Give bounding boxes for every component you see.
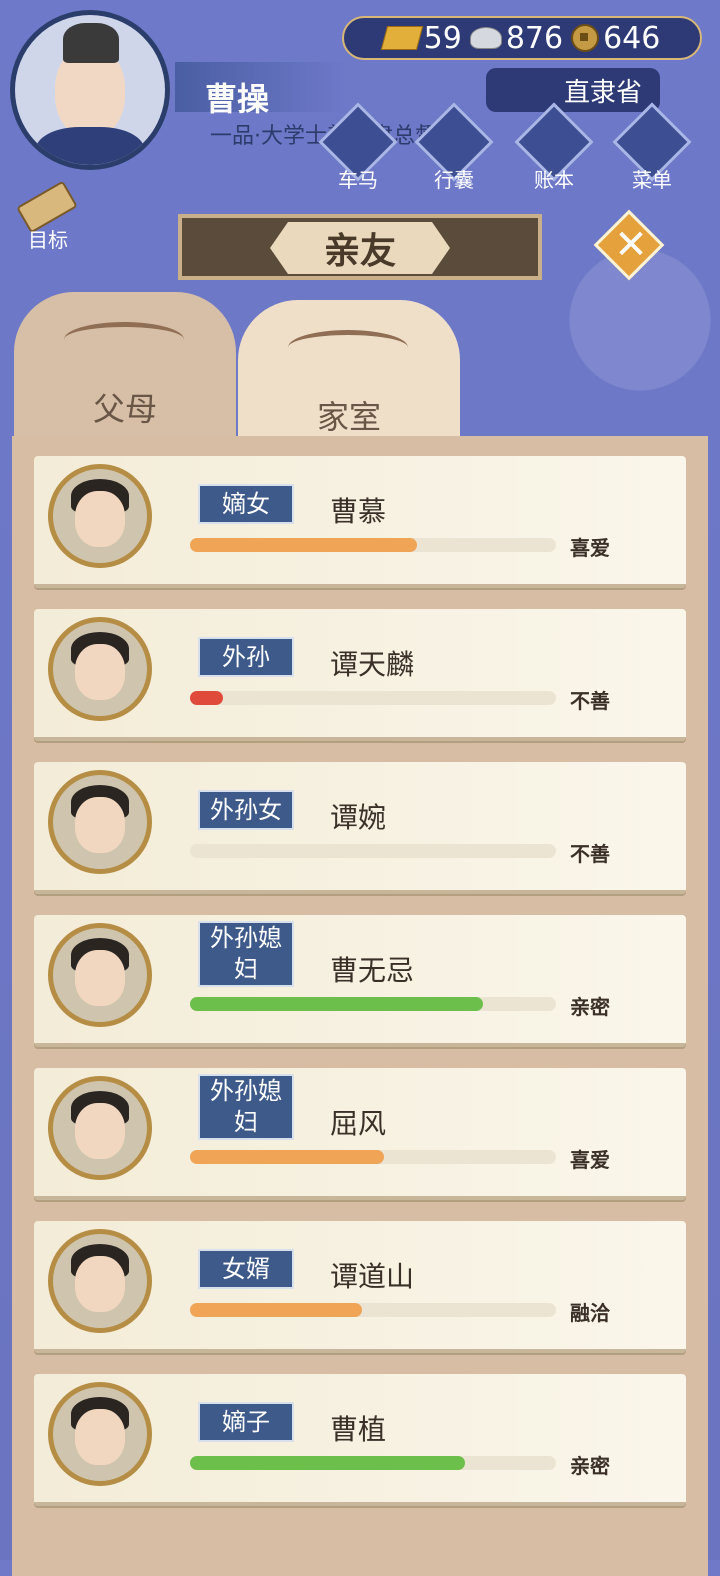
favor-bar (190, 1456, 556, 1470)
relation-badge: 外孙女 (198, 790, 294, 830)
favor-bar (190, 538, 556, 552)
favor-bar (190, 691, 556, 705)
relative-name: 谭道山 (330, 1260, 415, 1293)
relative-avatar (48, 1382, 152, 1486)
relative-avatar (48, 1076, 152, 1180)
close-icon: ✕ (614, 222, 648, 268)
header-title: 亲友 (270, 222, 450, 274)
currency-bar: 59 876 646 (342, 16, 702, 60)
relative-avatar (48, 1229, 152, 1333)
favor-bar-fill (190, 1456, 465, 1470)
silver-count: 876 (505, 20, 564, 56)
attitude-label: 亲密 (570, 1454, 610, 1478)
favor-bar (190, 1303, 556, 1317)
relative-avatar (48, 770, 152, 874)
cloud-ornament (288, 330, 408, 365)
relation-badge: 女婿 (198, 1249, 294, 1289)
favor-bar-fill (190, 1303, 362, 1317)
attitude-label: 融洽 (570, 1301, 610, 1325)
menu-label: 账本 (534, 168, 574, 192)
player-name: 曹操 (205, 80, 270, 118)
menu-carriage-button[interactable]: 车马 (318, 102, 398, 192)
menu-label: 行囊 (434, 168, 474, 192)
cloud-ornament (64, 322, 184, 357)
menu-ledger-button[interactable]: 账本 (514, 102, 594, 192)
relative-avatar (48, 923, 152, 1027)
relative-name: 屈风 (330, 1107, 387, 1140)
copper-coin-icon (571, 24, 600, 52)
relation-badge: 嫡女 (198, 484, 294, 524)
relative-card[interactable]: 嫡女 曹慕喜爱 (34, 456, 686, 588)
favor-bar (190, 1150, 556, 1164)
relative-card[interactable]: 外孙媳妇屈风喜爱 (34, 1068, 686, 1200)
gold-count: 59 (423, 20, 462, 56)
province-button[interactable]: 直隶省 (486, 68, 660, 112)
tab-label: 父母 (92, 390, 157, 428)
silver-ingot-icon (469, 27, 502, 49)
relative-card[interactable]: 外孙 谭天麟不善 (34, 609, 686, 741)
favor-bar (190, 844, 556, 858)
relative-name: 谭婉 (330, 801, 387, 834)
gold-ingot-icon (380, 26, 423, 50)
favor-bar-fill (190, 691, 223, 705)
relative-name: 曹慕 (330, 495, 387, 528)
tab-parents[interactable]: 父母 (14, 292, 236, 442)
relation-badge: 嫡子 (198, 1402, 294, 1442)
goal-label: 目标 (28, 228, 68, 252)
attitude-label: 喜爱 (570, 536, 610, 560)
menu-bag-button[interactable]: 行囊 (414, 102, 494, 192)
favor-bar (190, 997, 556, 1011)
province-label: 直隶省 (563, 77, 642, 108)
favor-bar-fill (190, 1150, 384, 1164)
player-avatar[interactable] (10, 10, 170, 170)
relation-badge: 外孙媳妇 (198, 921, 294, 987)
relative-name: 谭天麟 (330, 648, 415, 681)
tab-family[interactable]: 家室 (238, 300, 460, 450)
attitude-label: 亲密 (570, 995, 610, 1019)
menu-more-button[interactable]: 菜单 (612, 102, 692, 192)
copper-count: 646 (603, 20, 661, 56)
attitude-label: 不善 (570, 842, 610, 866)
favor-bar-fill (190, 997, 483, 1011)
relative-avatar (48, 617, 152, 721)
relative-card[interactable]: 外孙女 谭婉不善 (34, 762, 686, 894)
menu-label: 车马 (338, 168, 378, 192)
relative-avatar (48, 464, 152, 568)
relative-card[interactable]: 外孙媳妇曹无忌亲密 (34, 915, 686, 1047)
favor-bar-fill (190, 538, 417, 552)
tab-label: 家室 (316, 398, 381, 436)
attitude-label: 喜爱 (570, 1148, 610, 1172)
goal-button[interactable]: 目标 (14, 176, 84, 252)
attitude-label: 不善 (570, 689, 610, 713)
menu-label: 菜单 (632, 168, 672, 192)
relative-name: 曹植 (330, 1413, 387, 1446)
relative-card[interactable]: 女婿 谭道山融洽 (34, 1221, 686, 1353)
relation-badge: 外孙媳妇 (198, 1074, 294, 1140)
relative-card[interactable]: 嫡子 曹植亲密 (34, 1374, 686, 1506)
relative-name: 曹无忌 (330, 954, 415, 987)
relation-badge: 外孙 (198, 637, 294, 677)
